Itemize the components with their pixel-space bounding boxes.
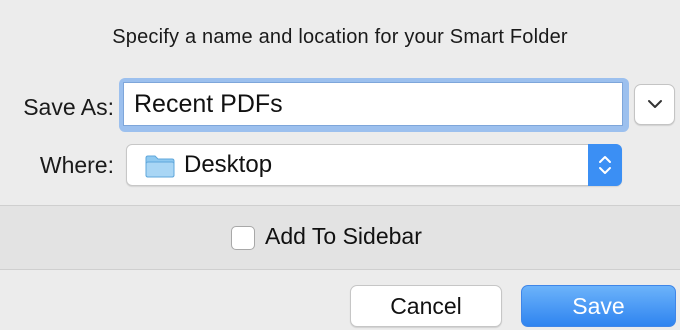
folder-icon — [145, 155, 175, 178]
up-down-chevron-icon — [599, 156, 611, 174]
smart-folder-save-dialog: Specify a name and location for your Sma… — [0, 0, 680, 330]
where-label: Where: — [39, 152, 114, 178]
save-button[interactable]: Save — [521, 285, 676, 327]
options-section: Add To Sidebar — [0, 205, 680, 270]
where-value: Desktop — [184, 151, 273, 178]
save-as-focus-ring — [119, 78, 629, 132]
where-popup-stepper[interactable] — [588, 144, 622, 186]
save-as-label: Save As: — [23, 94, 114, 120]
add-to-sidebar-label[interactable]: Add To Sidebar — [265, 223, 422, 250]
dialog-prompt: Specify a name and location for your Sma… — [112, 26, 568, 48]
expand-dialog-button[interactable] — [634, 84, 675, 125]
cancel-button[interactable]: Cancel — [350, 285, 502, 327]
where-location-popup[interactable]: Desktop — [126, 144, 622, 186]
chevron-down-icon — [648, 100, 662, 108]
add-to-sidebar-checkbox[interactable] — [231, 226, 255, 250]
save-as-input[interactable] — [123, 82, 623, 126]
